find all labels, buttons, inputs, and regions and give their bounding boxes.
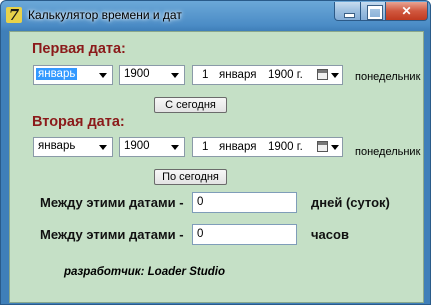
- calculator-window: 7 Калькулятор времени и дат ✕ Первая дат…: [0, 0, 431, 305]
- chevron-down-icon: [99, 73, 107, 78]
- second-date-day: 1: [202, 141, 209, 153]
- first-year-select[interactable]: 1900: [119, 65, 185, 85]
- first-weekday: понедельник: [355, 71, 421, 83]
- minimize-button[interactable]: [334, 2, 361, 21]
- chevron-down-icon[interactable]: [331, 145, 339, 150]
- second-date-month: января: [219, 141, 257, 153]
- first-date-picker[interactable]: 1 января 1900 г.: [192, 65, 343, 85]
- from-today-button[interactable]: С сегодня: [154, 97, 227, 113]
- client-area: Первая дата: январь 1900 1 января 1900 г…: [9, 31, 424, 303]
- days-label: Между этими датами -: [40, 195, 184, 210]
- first-year-value: 1900: [124, 68, 150, 80]
- developer-credit: разработчик: Loader Studio: [64, 266, 225, 278]
- hours-result-field[interactable]: 0: [192, 224, 297, 245]
- first-month-select[interactable]: январь: [33, 65, 113, 85]
- days-value: 0: [197, 196, 204, 208]
- close-button[interactable]: ✕: [385, 2, 428, 21]
- calendar-icon[interactable]: [317, 69, 328, 80]
- hours-unit: часов: [311, 227, 349, 242]
- hours-value: 0: [197, 228, 204, 240]
- chevron-down-icon: [171, 145, 179, 150]
- first-date-month: января: [219, 69, 257, 81]
- minimize-icon: [344, 13, 355, 18]
- second-date-picker[interactable]: 1 января 1900 г.: [192, 137, 343, 157]
- first-date-heading: Первая дата:: [32, 41, 126, 57]
- days-result-field[interactable]: 0: [192, 192, 297, 213]
- calendar-icon[interactable]: [317, 141, 328, 152]
- hours-label: Между этими датами -: [40, 227, 184, 242]
- maximize-icon: [368, 6, 382, 19]
- window-title: Калькулятор времени и дат: [28, 8, 182, 22]
- app-icon: 7: [6, 7, 22, 23]
- second-year-value: 1900: [124, 140, 150, 152]
- second-month-select[interactable]: январь: [33, 137, 113, 157]
- chevron-down-icon: [99, 145, 107, 150]
- chevron-down-icon[interactable]: [331, 73, 339, 78]
- second-date-year: 1900 г.: [268, 141, 303, 153]
- to-today-button[interactable]: По сегодня: [154, 169, 227, 185]
- chevron-down-icon: [171, 73, 179, 78]
- first-month-value: январь: [36, 68, 78, 80]
- second-weekday: понедельник: [355, 146, 421, 158]
- days-unit: дней (суток): [311, 195, 390, 210]
- first-date-day: 1: [202, 69, 209, 81]
- second-year-select[interactable]: 1900: [119, 137, 185, 157]
- first-date-year: 1900 г.: [268, 69, 303, 81]
- second-date-heading: Вторая дата:: [32, 114, 125, 130]
- maximize-button[interactable]: [360, 2, 386, 21]
- title-bar[interactable]: 7 Калькулятор времени и дат ✕: [1, 1, 430, 30]
- close-icon: ✕: [401, 4, 412, 18]
- second-month-value: январь: [38, 140, 76, 152]
